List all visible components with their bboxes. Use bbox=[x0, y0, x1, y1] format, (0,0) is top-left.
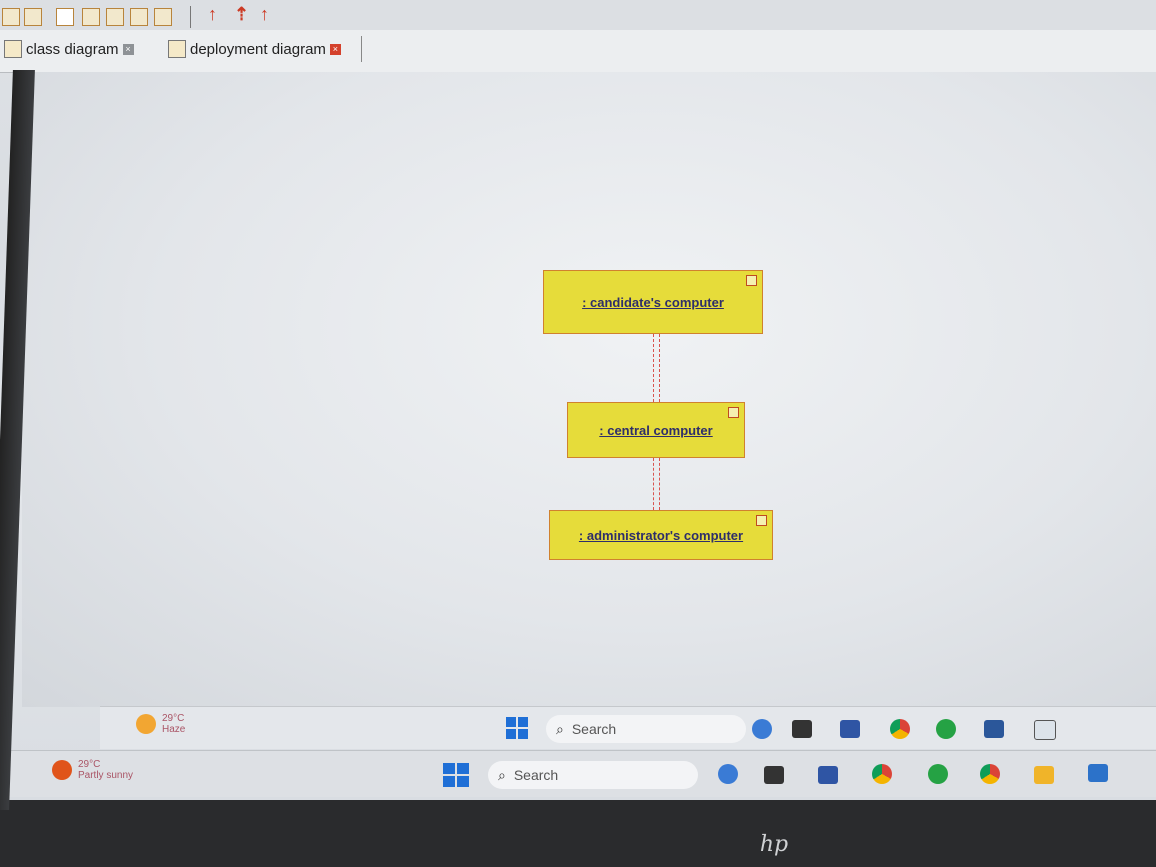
task-view-icon[interactable] bbox=[792, 720, 812, 738]
artifact-tool-icon[interactable] bbox=[130, 8, 148, 26]
weather-condition: Haze bbox=[162, 724, 186, 735]
diagram-tabbar: class diagram × deployment diagram × bbox=[0, 30, 1156, 73]
weather-icon bbox=[52, 760, 72, 780]
weather-widget[interactable]: 29°C Haze bbox=[136, 713, 185, 735]
task-view-icon[interactable] bbox=[764, 766, 784, 784]
taskbar-search[interactable]: ⌕ Search bbox=[546, 715, 746, 743]
dependency-link[interactable] bbox=[653, 334, 660, 402]
class-diagram-icon bbox=[4, 40, 22, 58]
temperature: 29°C bbox=[78, 759, 101, 770]
windows-taskbar: 29°C Partly sunny ⌕ Search bbox=[0, 750, 1156, 797]
chrome-profile-icon[interactable] bbox=[980, 764, 1000, 784]
node-icon bbox=[746, 275, 757, 286]
taskbar-search[interactable]: ⌕ Search bbox=[488, 761, 698, 789]
node-candidates-computer[interactable]: : candidate's computer bbox=[543, 270, 763, 334]
whatsapp-icon[interactable] bbox=[928, 764, 948, 784]
node-label: : central computer bbox=[599, 422, 713, 438]
file-explorer-icon[interactable] bbox=[1034, 766, 1054, 784]
search-label: Search bbox=[513, 767, 559, 783]
photos-icon[interactable] bbox=[1088, 764, 1108, 782]
close-icon[interactable]: × bbox=[122, 43, 134, 55]
chrome-icon[interactable] bbox=[872, 764, 892, 784]
windows-start-icon[interactable] bbox=[443, 763, 469, 787]
whatsapp-icon[interactable] bbox=[936, 719, 956, 739]
node-label: : administrator's computer bbox=[578, 527, 744, 543]
select-tool-icon[interactable] bbox=[2, 8, 20, 26]
search-icon: ⌕ bbox=[498, 766, 506, 783]
node-icon bbox=[756, 515, 767, 526]
taskbar-reflection: 29°C Haze ⌕ Search bbox=[100, 706, 1156, 749]
diagram-canvas[interactable]: : candidate's computer : central compute… bbox=[22, 72, 1156, 707]
toolbar-separator bbox=[190, 6, 191, 28]
node-administrators-computer[interactable]: : administrator's computer bbox=[549, 510, 773, 560]
chrome-icon[interactable] bbox=[890, 719, 910, 739]
node-icon bbox=[728, 407, 739, 418]
meet-icon[interactable] bbox=[818, 766, 838, 784]
rectangle-tool-icon[interactable] bbox=[56, 8, 74, 26]
dependency-arrow-icon[interactable]: ⇡ bbox=[234, 4, 249, 25]
node-tool-icon[interactable] bbox=[24, 8, 42, 26]
package-tool-icon[interactable] bbox=[106, 8, 124, 26]
hp-logo: hp bbox=[759, 832, 789, 857]
dependency-link[interactable] bbox=[653, 458, 660, 510]
association-arrow-icon[interactable]: ↑ bbox=[208, 4, 217, 25]
weather-condition: Partly sunny bbox=[78, 770, 134, 781]
bing-icon[interactable] bbox=[752, 719, 772, 739]
tab-class-diagram[interactable]: class diagram × bbox=[4, 36, 134, 62]
component-tool-icon[interactable] bbox=[82, 8, 100, 26]
diagram-toolbar: ↑ ⇡ ↑ bbox=[0, 0, 1156, 32]
search-icon: ⌕ bbox=[556, 720, 564, 737]
node-label: : candidate's computer bbox=[582, 294, 724, 310]
weather-widget[interactable]: 29°C Partly sunny bbox=[52, 759, 133, 781]
sun-icon bbox=[136, 714, 156, 734]
node-central-computer[interactable]: : central computer bbox=[567, 402, 745, 458]
tab-label: deployment diagram bbox=[190, 40, 326, 58]
tab-deployment-diagram[interactable]: deployment diagram × bbox=[168, 36, 362, 62]
meet-icon[interactable] bbox=[840, 720, 860, 738]
word-icon[interactable] bbox=[984, 720, 1004, 738]
window-icon[interactable] bbox=[1034, 720, 1056, 740]
windows-start-icon[interactable] bbox=[506, 717, 528, 739]
deployment-diagram-icon bbox=[168, 40, 186, 58]
temperature: 29°C bbox=[162, 713, 185, 724]
search-label: Search bbox=[571, 721, 617, 737]
bing-icon[interactable] bbox=[718, 764, 738, 784]
close-icon[interactable]: × bbox=[329, 43, 341, 55]
tab-label: class diagram bbox=[26, 40, 119, 58]
monitor-screen: ↑ ⇡ ↑ class diagram × deployment diagram… bbox=[0, 0, 1156, 800]
generalization-arrow-icon[interactable]: ↑ bbox=[260, 4, 269, 25]
device-tool-icon[interactable] bbox=[154, 8, 172, 26]
